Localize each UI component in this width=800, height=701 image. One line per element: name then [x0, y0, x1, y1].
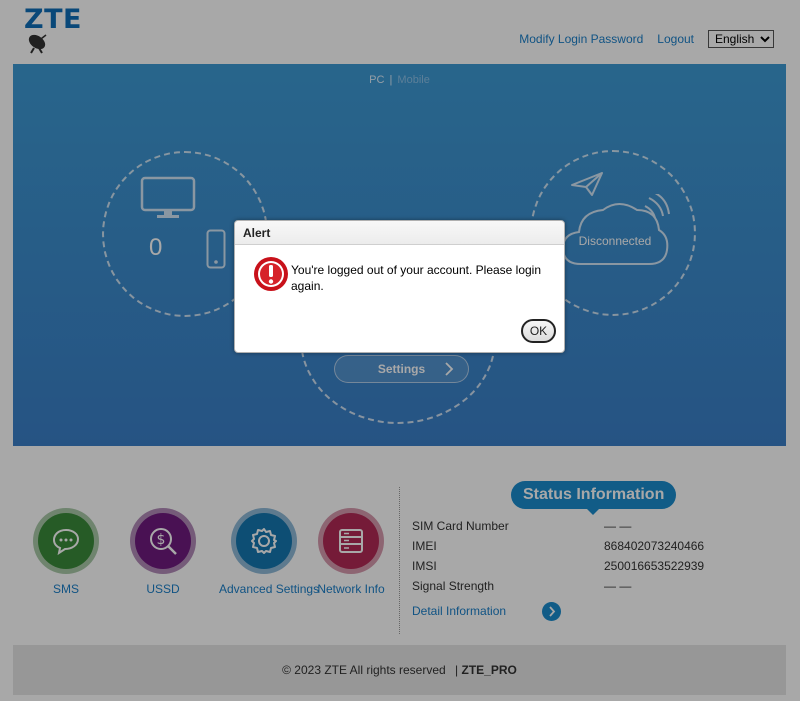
alert-dialog-title: Alert — [235, 221, 564, 245]
alert-dialog: Alert You're logged out of your account.… — [234, 220, 565, 353]
alert-dialog-message: You're logged out of your account. Pleas… — [291, 263, 542, 293]
error-icon — [254, 257, 288, 291]
ok-button[interactable]: OK — [521, 319, 556, 343]
